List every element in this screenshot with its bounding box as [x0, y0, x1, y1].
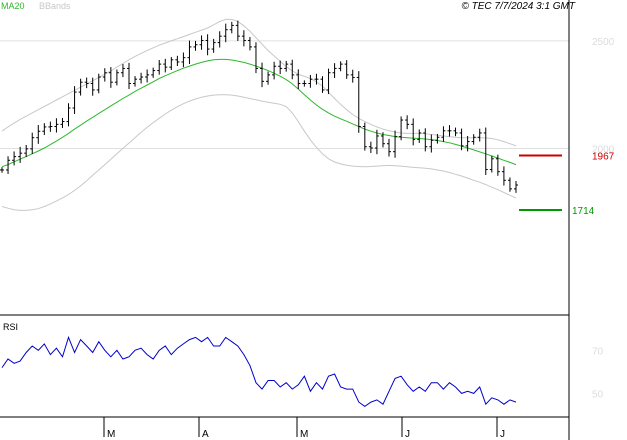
rsi-label: RSI [3, 322, 18, 332]
copyright-text: © TEC 7/7/2024 3:1 GMT [461, 1, 575, 12]
price-bar [126, 62, 131, 90]
price-bar [229, 21, 234, 34]
price-bar [308, 74, 313, 88]
price-bar [507, 177, 512, 192]
price-bar [181, 52, 186, 68]
support-resistance-layer: 1967 1714 [519, 152, 615, 217]
price-bar [483, 127, 488, 175]
price-bar [199, 35, 204, 50]
price-bar [489, 155, 494, 173]
price-bar [284, 60, 289, 72]
price-bar [266, 71, 271, 85]
price-bar [66, 103, 71, 127]
price-bar [296, 69, 301, 90]
price-bar [302, 80, 307, 87]
month-axis: MAMJJ [103, 417, 505, 440]
price-bar [175, 55, 180, 66]
legend-bbands: BBands [39, 1, 71, 11]
rsi-tick-label: 50 [592, 389, 604, 400]
price-bar [120, 64, 125, 78]
month-label: M [300, 429, 308, 440]
bbands-lower-line [1, 94, 517, 211]
price-bar [405, 115, 410, 130]
price-bar [30, 132, 35, 154]
price-bar [465, 136, 470, 152]
price-bar [441, 126, 446, 142]
price-bar [399, 116, 404, 141]
price-bar [223, 23, 228, 43]
legend-ma20: MA20 [1, 1, 25, 11]
price-bar [411, 118, 416, 146]
price-bar [0, 167, 4, 173]
price-bar [163, 58, 168, 73]
bbands-layer [1, 18, 517, 211]
price-bar [344, 60, 349, 79]
price-bar [205, 34, 210, 56]
price-bar [114, 69, 119, 86]
price-bar [24, 145, 29, 158]
ma20-line [1, 58, 517, 168]
price-bars [0, 20, 518, 193]
price-bar [72, 86, 77, 114]
price-bar [326, 68, 331, 95]
price-bar [235, 20, 240, 41]
price-bar [453, 127, 458, 137]
price-bar [36, 125, 41, 144]
price-bar [157, 59, 162, 75]
price-bar [447, 125, 452, 137]
price-bar [145, 69, 150, 83]
price-bar [253, 42, 258, 74]
price-bar [332, 63, 337, 79]
price-bar [60, 117, 65, 128]
ma20-layer [1, 58, 517, 168]
price-bar [471, 134, 476, 145]
price-bar [501, 166, 506, 186]
price-bar [429, 134, 434, 153]
month-label: M [107, 429, 115, 440]
month-label: A [202, 429, 209, 440]
price-bar [417, 129, 422, 143]
price-bar [514, 181, 518, 193]
resistance-label: 1967 [592, 152, 615, 163]
price-bar [139, 72, 144, 84]
price-bar [477, 128, 482, 142]
month-label: J [405, 429, 410, 440]
price-bar [54, 118, 59, 133]
price-bar [48, 121, 53, 132]
price-bar [260, 62, 265, 88]
price-bar [241, 30, 246, 47]
price-bar [272, 61, 277, 80]
price-bar [18, 146, 23, 163]
price-grid: 25002000 [0, 37, 615, 155]
price-bar [187, 40, 192, 64]
rsi-layer: 70 50 [1, 335, 604, 408]
price-bar [362, 122, 367, 151]
price-bar [247, 36, 252, 51]
support-label: 1714 [572, 206, 595, 217]
price-bar [133, 76, 138, 87]
price-bar [78, 78, 83, 96]
price-bar [356, 71, 361, 133]
price-bar [350, 69, 355, 83]
panel-frames [0, 0, 570, 440]
rsi-line [1, 335, 517, 408]
month-label: J [500, 429, 505, 440]
stock-chart: MA20 BBands © TEC 7/7/2024 3:1 GMT 25002… [0, 0, 615, 440]
price-bar [393, 130, 398, 158]
rsi-tick-label: 70 [592, 346, 604, 357]
price-bar [12, 151, 17, 166]
price-bar [217, 31, 222, 48]
price-bar [96, 73, 101, 94]
price-bar [338, 61, 343, 72]
price-bar [387, 138, 392, 157]
price-bar [169, 56, 174, 70]
price-bar [42, 123, 47, 135]
bbands-upper-line [1, 18, 517, 147]
price-bar [151, 67, 156, 78]
price-bar [193, 40, 198, 51]
price-bar [423, 128, 428, 152]
price-bar [368, 141, 373, 154]
price-tick-label: 2500 [592, 37, 615, 48]
